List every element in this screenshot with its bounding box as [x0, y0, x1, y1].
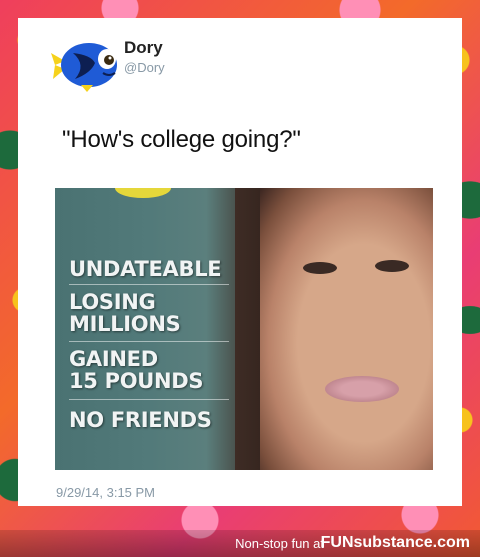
tweet-photo[interactable]: UNDATEABLE LOSING MILLIONS GAINED 15 POU… [55, 188, 433, 470]
footer-tagline: Non-stop fun at [235, 536, 324, 551]
footer-bar: Non-stop fun at FUNsubstance.com [0, 530, 480, 557]
headline-divider [69, 284, 229, 285]
headline-divider [69, 341, 229, 342]
user-handle[interactable]: @Dory [124, 60, 165, 75]
headline-divider [69, 399, 229, 400]
footer-brand-link[interactable]: FUNsubstance.com [321, 534, 470, 552]
magazine-sticker [115, 188, 171, 198]
headline-gained: GAINED [69, 347, 158, 371]
tweet-card: Dory @Dory "How's college going?" UNDATE… [18, 18, 462, 506]
headline-millions: MILLIONS [69, 312, 181, 336]
display-name[interactable]: Dory [124, 38, 163, 58]
photo-face [260, 188, 433, 470]
tweet-timestamp[interactable]: 9/29/14, 3:15 PM [56, 485, 155, 500]
dory-fish-icon[interactable] [51, 35, 121, 93]
headline-15-pounds: 15 POUNDS [69, 369, 204, 393]
headline-undateable: UNDATEABLE [69, 257, 222, 281]
headline-losing: LOSING [69, 290, 156, 314]
photo-eye-right [375, 260, 409, 272]
photo-eye-left [303, 262, 337, 274]
photo-lips [325, 376, 399, 402]
tweet-text: "How's college going?" [62, 126, 301, 153]
headline-no-friends: NO FRIENDS [69, 408, 212, 432]
